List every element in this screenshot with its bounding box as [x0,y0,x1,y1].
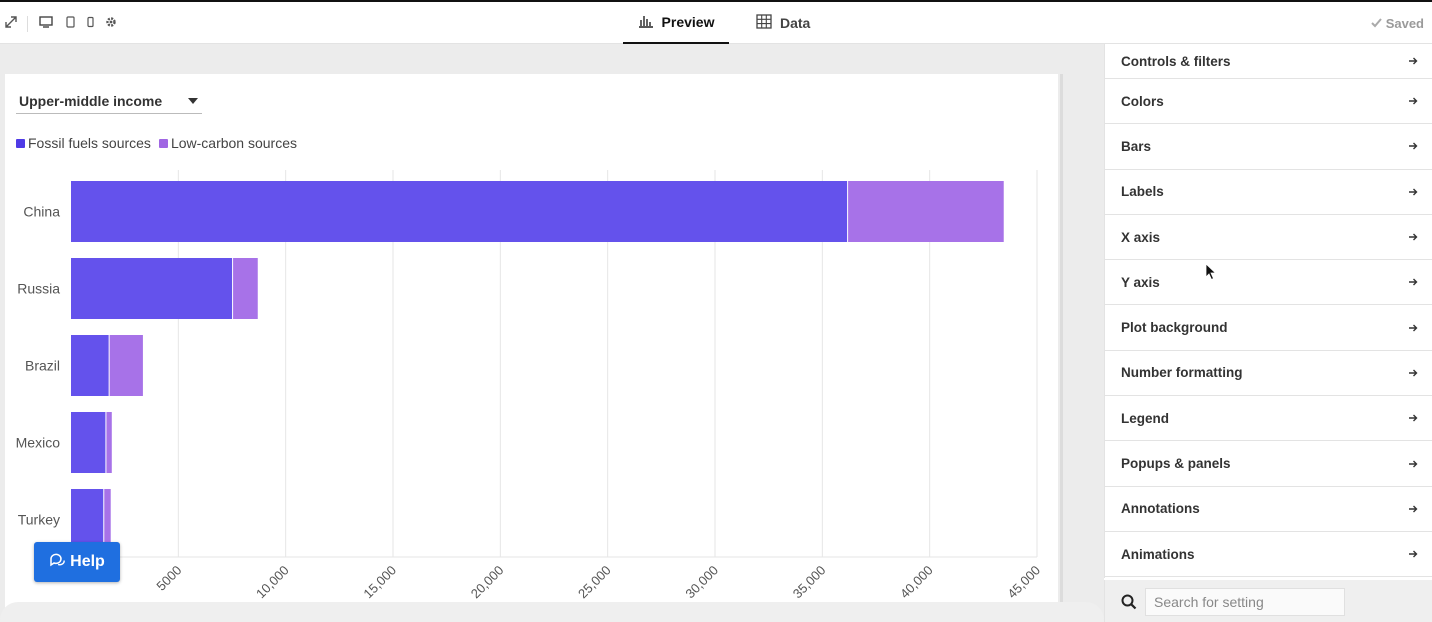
settings-item-label: Y axis [1121,274,1160,290]
legend-label: Fossil fuels sources [28,135,151,151]
bar-china-fossil [71,181,848,242]
x-tick-label: 20,000 [468,563,507,602]
legend-swatch [158,138,168,148]
tab-data-label: Data [780,15,811,31]
arrow-right-icon [1409,230,1418,244]
settings-search-input[interactable] [1145,588,1345,616]
legend-swatch [16,138,25,148]
settings-item-popups-panels[interactable]: Popups & panels [1105,441,1432,487]
bar-brazil-fossil [71,335,109,396]
settings-item-label: Plot background [1121,320,1228,336]
settings-item-label: Popups & panels [1121,456,1231,472]
x-tick-label: 40,000 [897,563,936,602]
settings-item-x-axis[interactable]: X axis [1105,215,1432,261]
settings-item-label: Controls & filters [1121,53,1231,69]
y-tick-label: Brazil [25,358,60,374]
bar-chart: China Russia Brazil Mexico Turkey 5000 10,000 1… [16,170,1043,602]
settings-item-label: Legend [1121,410,1170,426]
settings-item-label: Labels [1121,184,1164,200]
tab-data[interactable]: Data [756,2,826,44]
arrow-right-icon [1409,411,1418,425]
settings-item-label: Animations [1121,546,1195,562]
caret-down-icon [188,97,198,104]
arrow-right-icon [1409,502,1418,516]
settings-item-plot-background[interactable]: Plot background [1105,305,1432,351]
bar-russia-low-carbon [233,258,258,319]
bar-chart-icon [638,14,654,31]
income-filter-dropdown[interactable]: Upper-middle income [16,88,202,114]
x-tick-label: 45,000 [1004,563,1043,602]
gear-icon[interactable] [105,16,117,31]
arrow-right-icon [1409,366,1418,380]
table-grid-icon [756,14,772,32]
toolbar-divider [27,16,28,32]
settings-item-number-formatting[interactable]: Number formatting [1105,351,1432,397]
settings-item-animations[interactable]: Animations [1105,532,1432,578]
bar-turkey-fossil [71,489,104,550]
settings-item-y-axis[interactable]: Y axis [1105,260,1432,306]
settings-item-label: Number formatting [1121,365,1243,381]
dropdown-selected-value: Upper-middle income [19,92,163,109]
bottom-scroll-area [0,602,1104,622]
legend-item-fossil[interactable]: Fossil fuels sources [16,135,151,151]
arrow-right-icon [1409,547,1418,561]
tablet-icon[interactable] [66,16,75,31]
settings-item-colors[interactable]: Colors [1105,79,1432,125]
tab-preview-label: Preview [661,14,715,30]
tab-preview[interactable]: Preview [623,2,729,44]
search-icon [1121,594,1137,615]
settings-panel: Controls & filters Colors Bars Labels X axis… [1104,44,1432,578]
arrow-right-icon [1409,457,1418,471]
bar-brazil-low-carbon [109,335,143,396]
settings-item-label: Colors [1121,93,1164,109]
y-tick-label: Turkey [18,512,60,528]
arrow-right-icon [1409,275,1418,289]
settings-item-legend[interactable]: Legend [1105,396,1432,442]
bar-mexico-low-carbon [106,412,112,473]
y-tick-label: Mexico [16,435,61,451]
legend-item-low-carbon[interactable]: Low-carbon sources [158,135,297,151]
arrow-right-icon [1409,94,1418,108]
y-tick-label: Russia [17,281,60,297]
settings-item-annotations[interactable]: Annotations [1105,487,1432,532]
bar-turkey-low-carbon [104,489,111,550]
y-tick-label: China [23,204,60,220]
help-label: Help [70,553,105,570]
settings-search-bar [1104,580,1432,622]
settings-item-label: Annotations [1121,501,1200,517]
settings-item-labels[interactable]: Labels [1105,170,1432,215]
mobile-icon[interactable] [87,16,94,31]
x-tick-label: 10,000 [253,563,292,602]
x-tick-label: 35,000 [790,563,829,602]
top-toolbar: Preview Data Saved [0,0,1432,44]
checkmark-icon [1370,16,1382,31]
x-tick-label: 25,000 [575,563,614,602]
arrow-right-icon [1409,185,1418,199]
settings-item-label: Bars [1121,138,1152,154]
settings-item-controls-filters[interactable]: Controls & filters [1105,44,1432,79]
chat-bubble-icon [49,553,65,572]
chart-legend: Fossil fuels sources Low-carbon sources [16,135,297,151]
arrow-right-icon [1409,139,1418,153]
help-button[interactable]: Help [34,542,120,582]
arrow-right-icon [1409,54,1418,68]
mouse-cursor-icon [1205,263,1217,281]
saved-label: Saved [1385,16,1424,31]
legend-label: Low-carbon sources [170,135,297,151]
saved-status: Saved [1370,16,1424,31]
x-tick-label: 30,000 [682,563,721,602]
x-tick-label: 5000 [153,563,184,594]
settings-item-bars[interactable]: Bars [1105,124,1432,170]
expand-icon[interactable] [5,16,17,31]
arrow-right-icon [1409,321,1418,335]
bar-china-low-carbon [848,181,1004,242]
settings-item-label: X axis [1121,229,1161,245]
bar-russia-fossil [71,258,233,319]
canvas-resize-handle[interactable] [1060,74,1063,622]
desktop-icon[interactable] [39,16,53,31]
x-tick-label: 15,000 [360,563,399,602]
bar-mexico-fossil [71,412,106,473]
